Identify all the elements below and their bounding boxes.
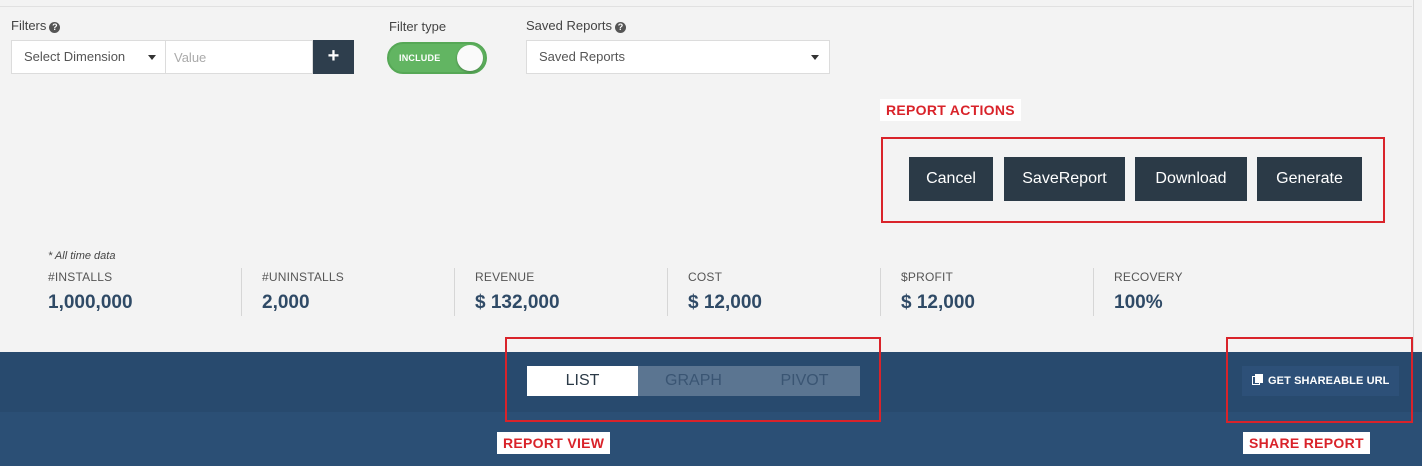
cancel-button[interactable]: Cancel <box>909 157 993 201</box>
report-view-annotation: REPORT VIEW <box>497 432 611 454</box>
save-report-button[interactable]: SaveReport <box>1004 157 1125 201</box>
saved-reports-select[interactable]: Saved Reports <box>526 40 830 74</box>
help-icon[interactable]: ? <box>49 22 61 33</box>
metric-separator <box>667 268 668 316</box>
metric-label-recovery: RECOVERY <box>1114 270 1183 284</box>
toggle-state-text: INCLUDE <box>399 53 441 63</box>
metric-separator <box>880 268 881 316</box>
metric-value-installs: 1,000,000 <box>48 292 133 313</box>
download-button[interactable]: Download <box>1135 157 1247 201</box>
saved-reports-selected: Saved Reports <box>539 49 625 64</box>
metric-value-uninstalls: 2,000 <box>262 292 310 313</box>
metric-separator <box>454 268 455 316</box>
saved-reports-label: Saved Reports? <box>526 18 626 33</box>
metric-label-profit: $PROFIT <box>901 270 954 284</box>
share-report-annotation: SHARE REPORT <box>1243 432 1370 454</box>
metric-label-revenue: REVENUE <box>475 270 535 284</box>
share-button-label: GET SHAREABLE URL <box>1268 375 1390 387</box>
toggle-knob <box>457 45 483 71</box>
dimension-select-text: Select Dimension <box>24 49 126 64</box>
metric-separator <box>241 268 242 316</box>
saved-reports-label-text: Saved Reports <box>526 18 612 33</box>
value-input[interactable] <box>166 40 313 74</box>
dimension-select[interactable]: Select Dimension <box>11 40 166 74</box>
metric-separator <box>1093 268 1094 316</box>
get-shareable-url-button[interactable]: GET SHAREABLE URL <box>1242 366 1400 396</box>
metric-value-revenue: $ 132,000 <box>475 292 560 313</box>
filters-label: Filters? <box>11 18 61 33</box>
metric-label-cost: COST <box>688 270 723 284</box>
chevron-down-icon <box>811 55 819 60</box>
all-time-note: * All time data <box>48 250 116 262</box>
filter-type-label: Filter type <box>389 19 447 34</box>
tab-pivot[interactable]: PIVOT <box>749 366 860 396</box>
add-filter-button[interactable]: + <box>313 40 354 74</box>
tab-graph[interactable]: GRAPH <box>638 366 749 396</box>
metric-label-uninstalls: #UNINSTALLS <box>262 270 345 284</box>
right-divider <box>1413 0 1414 352</box>
metric-value-cost: $ 12,000 <box>688 292 762 313</box>
chevron-down-icon <box>148 55 156 60</box>
top-divider <box>0 6 1412 7</box>
metric-label-installs: #INSTALLS <box>48 270 113 284</box>
filters-label-text: Filters <box>11 18 47 33</box>
metric-value-recovery: 100% <box>1114 292 1163 313</box>
report-actions-annotation: REPORT ACTIONS <box>880 99 1021 121</box>
generate-button[interactable]: Generate <box>1257 157 1362 201</box>
tab-list[interactable]: LIST <box>527 366 638 396</box>
include-toggle[interactable]: INCLUDE <box>387 42 487 74</box>
metric-value-profit: $ 12,000 <box>901 292 975 313</box>
copy-icon <box>1252 374 1264 386</box>
help-icon[interactable]: ? <box>615 22 626 33</box>
